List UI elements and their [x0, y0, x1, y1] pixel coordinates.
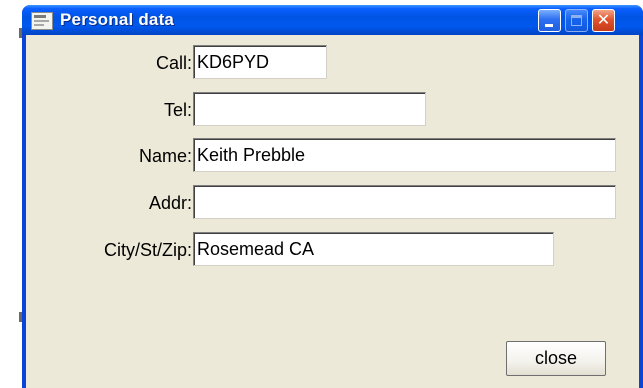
icon-detail: [34, 24, 44, 26]
minimize-button[interactable]: [538, 9, 561, 32]
name-field[interactable]: Keith Prebble: [193, 138, 616, 172]
personal-data-window: Personal data ✕ Call: KD6PYD Tel: Name:: [22, 5, 643, 388]
form-row-name: Name: Keith Prebble: [26, 138, 639, 172]
addr-field[interactable]: [193, 185, 616, 219]
background-window-edge: [0, 0, 22, 388]
tel-label: Tel:: [163, 100, 192, 120]
form-row-tel: Tel:: [26, 92, 639, 126]
close-icon: ✕: [596, 12, 611, 29]
maximize-button: [565, 9, 588, 32]
close-button[interactable]: close: [506, 341, 606, 376]
screen: Personal data ✕ Call: KD6PYD Tel: Name:: [0, 0, 643, 388]
form-row-city-st-zip: City/St/Zip: Rosemead CA: [26, 232, 639, 266]
tel-field[interactable]: [193, 92, 426, 126]
maximize-icon: [571, 15, 582, 26]
addr-label: Addr:: [148, 193, 192, 213]
icon-detail: [34, 15, 46, 18]
title-bar[interactable]: Personal data ✕: [22, 5, 643, 35]
dialog-body: Call: KD6PYD Tel: Name: Keith Prebble Ad…: [26, 35, 639, 388]
minimize-icon: [545, 24, 553, 27]
name-label: Name:: [138, 146, 192, 166]
window-title: Personal data: [60, 10, 175, 29]
icon-detail: [34, 20, 49, 22]
close-window-button[interactable]: ✕: [592, 9, 615, 32]
city-st-zip-field[interactable]: Rosemead CA: [193, 232, 554, 266]
call-field[interactable]: KD6PYD: [193, 45, 327, 79]
call-label: Call:: [155, 53, 192, 73]
city-st-zip-label: City/St/Zip:: [103, 240, 192, 260]
form-row-call: Call: KD6PYD: [26, 45, 639, 79]
form-row-addr: Addr:: [26, 185, 639, 219]
window-app-icon[interactable]: [31, 12, 53, 30]
